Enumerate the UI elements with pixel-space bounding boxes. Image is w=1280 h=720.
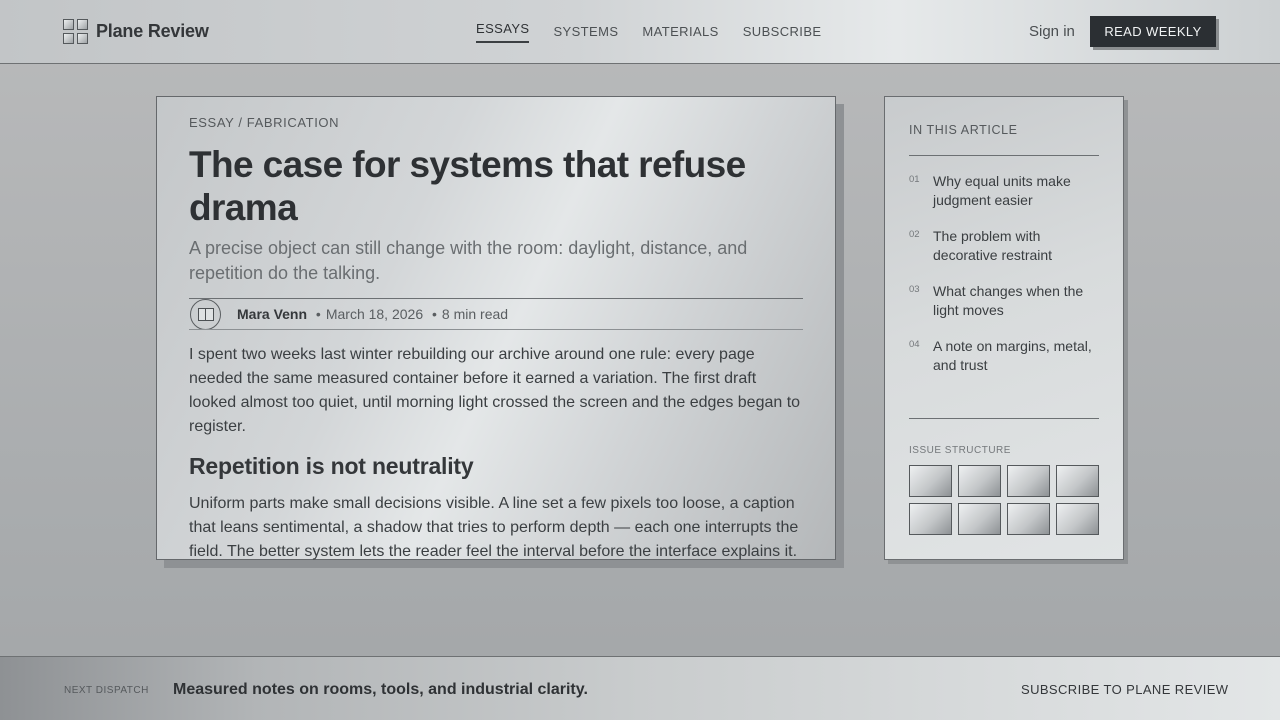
site-header: Plane Review ESSAYS SYSTEMS MATERIALS SU…	[0, 0, 1280, 64]
toc-number: 01	[909, 174, 920, 185]
sign-in-link[interactable]: Sign in	[1029, 23, 1075, 40]
nav-item-systems[interactable]: SYSTEMS	[553, 24, 618, 43]
article-paragraph: Uniform parts make small decisions visib…	[189, 495, 799, 560]
toc-number: 03	[909, 284, 920, 295]
byline-divider-bottom	[189, 329, 803, 330]
table-of-contents: 01 Why equal units make judgment easier …	[909, 172, 1099, 392]
byline-separator: •	[315, 306, 321, 322]
byline: Mara Venn • March 18, 2026 • 8 min read	[237, 306, 508, 322]
main-nav: ESSAYS SYSTEMS MATERIALS SUBSCRIBE	[476, 21, 821, 43]
sidebar-divider	[909, 155, 1099, 156]
nav-item-materials[interactable]: MATERIALS	[642, 24, 718, 43]
article-paragraph: I spent two weeks last winter rebuilding…	[189, 346, 801, 435]
author-avatar	[190, 299, 221, 330]
article-card: ESSAY / FABRICATION The case for systems…	[156, 96, 836, 560]
article-dek: A precise object can still change with t…	[189, 238, 748, 283]
read-time: 8 min read	[441, 306, 509, 322]
toc-number: 02	[909, 229, 920, 240]
grid-logo-icon	[63, 19, 88, 44]
brand[interactable]: Plane Review	[63, 19, 209, 44]
toc-link[interactable]: The problem with decorative restraint	[933, 227, 1099, 265]
toc-link[interactable]: Why equal units make judgment easier	[933, 172, 1099, 210]
toc-item[interactable]: 02 The problem with decorative restraint	[909, 227, 1099, 265]
issue-structure-label: ISSUE STRUCTURE	[909, 445, 1011, 456]
nav-item-essays[interactable]: ESSAYS	[476, 21, 530, 43]
sidebar-title: IN THIS ARTICLE	[909, 123, 1018, 137]
issue-structure-tile[interactable]	[909, 465, 952, 497]
article-title: The case for systems that refuse drama	[189, 144, 746, 228]
next-dispatch-label: NEXT DISPATCH	[64, 685, 149, 696]
issue-structure-tile[interactable]	[1007, 503, 1050, 535]
publish-date: March 18, 2026	[325, 306, 424, 322]
toc-number: 04	[909, 339, 920, 350]
issue-structure-grid	[909, 465, 1099, 535]
brand-name: Plane Review	[96, 21, 209, 41]
toc-item[interactable]: 04 A note on margins, metal, and trust	[909, 337, 1099, 375]
sidebar-divider	[909, 418, 1099, 419]
open-book-icon	[197, 308, 214, 321]
article-subheading: Repetition is not neutrality	[189, 453, 474, 479]
issue-structure-tile[interactable]	[909, 503, 952, 535]
issue-structure-tile[interactable]	[1007, 465, 1050, 497]
read-weekly-button[interactable]: READ WEEKLY	[1090, 16, 1216, 47]
site-footer: NEXT DISPATCH Measured notes on rooms, t…	[0, 656, 1280, 720]
toc-item[interactable]: 01 Why equal units make judgment easier	[909, 172, 1099, 210]
issue-structure-tile[interactable]	[958, 503, 1001, 535]
byline-separator: •	[432, 306, 437, 322]
nav-item-subscribe[interactable]: SUBSCRIBE	[743, 24, 822, 43]
next-dispatch-text: Measured notes on rooms, tools, and indu…	[173, 681, 588, 698]
toc-link[interactable]: A note on margins, metal, and trust	[933, 337, 1099, 375]
toc-link[interactable]: What changes when the light moves	[933, 282, 1099, 320]
article-kicker: ESSAY / FABRICATION	[189, 115, 340, 130]
article-sidebar: IN THIS ARTICLE 01 Why equal units make …	[884, 96, 1124, 560]
issue-structure-tile[interactable]	[1056, 465, 1099, 497]
issue-structure-tile[interactable]	[958, 465, 1001, 497]
author-name[interactable]: Mara Venn	[237, 306, 307, 322]
toc-item[interactable]: 03 What changes when the light moves	[909, 282, 1099, 320]
issue-structure-tile[interactable]	[1056, 503, 1099, 535]
byline-divider-top	[189, 298, 803, 299]
subscribe-link[interactable]: SUBSCRIBE TO PLANE REVIEW	[1021, 682, 1228, 697]
